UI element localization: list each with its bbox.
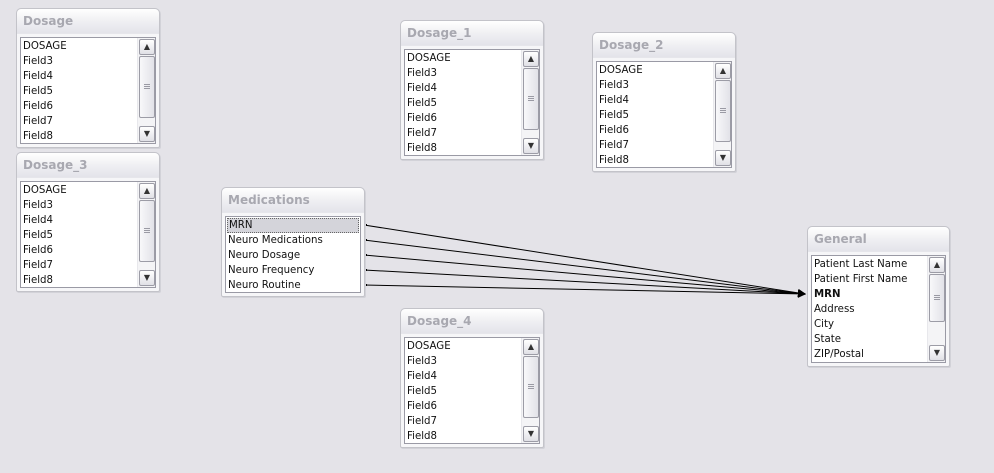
table-title[interactable]: Dosage_3 xyxy=(17,153,159,178)
field-item[interactable]: DOSAGE xyxy=(405,51,521,66)
field-item[interactable]: Field7 xyxy=(21,114,137,129)
field-item[interactable]: State xyxy=(812,332,927,347)
scroll-down-icon[interactable]: ▼ xyxy=(715,150,731,166)
field-item[interactable]: Patient First Name xyxy=(812,272,927,287)
scroll-down-icon[interactable]: ▼ xyxy=(139,270,155,286)
field-item[interactable]: Field7 xyxy=(405,414,521,429)
table-dosage-2[interactable]: Dosage_2 DOSAGE Field3 Field4 Field5 Fie… xyxy=(592,32,736,172)
relationship-line[interactable] xyxy=(363,254,806,298)
scroll-thumb[interactable] xyxy=(929,274,945,322)
scroll-down-icon[interactable]: ▼ xyxy=(139,126,155,142)
field-item[interactable]: DOSAGE xyxy=(597,63,713,78)
scroll-down-icon[interactable]: ▼ xyxy=(523,138,539,154)
field-item[interactable]: City xyxy=(812,317,927,332)
field-item[interactable]: Field8 xyxy=(597,153,713,167)
field-item[interactable]: Field3 xyxy=(597,78,713,93)
field-item[interactable]: Neuro Medications xyxy=(226,233,360,248)
field-item[interactable]: Field8 xyxy=(21,273,137,287)
field-item-selected[interactable]: MRN xyxy=(227,218,359,233)
field-list[interactable]: DOSAGE Field3 Field4 Field5 Field6 Field… xyxy=(20,37,156,144)
table-general[interactable]: General Patient Last Name Patient First … xyxy=(807,226,950,367)
field-item[interactable]: Field7 xyxy=(21,258,137,273)
field-item[interactable]: Neuro Frequency xyxy=(226,263,360,278)
field-item[interactable]: Patient Last Name xyxy=(812,257,927,272)
vertical-scrollbar[interactable]: ▲ ▼ xyxy=(713,62,731,167)
field-item[interactable]: DOSAGE xyxy=(405,339,521,354)
field-item[interactable]: Field5 xyxy=(597,108,713,123)
field-item[interactable]: Field5 xyxy=(21,228,137,243)
table-medications[interactable]: Medications MRN Neuro Medications Neuro … xyxy=(221,187,365,297)
field-item[interactable]: Neuro Dosage xyxy=(226,248,360,263)
field-list[interactable]: MRN Neuro Medications Neuro Dosage Neuro… xyxy=(225,216,361,293)
table-dosage-3[interactable]: Dosage_3 DOSAGE Field3 Field4 Field5 Fie… xyxy=(16,152,160,292)
table-title[interactable]: Medications xyxy=(222,188,364,213)
field-list[interactable]: DOSAGE Field3 Field4 Field5 Field6 Field… xyxy=(596,61,732,168)
table-dosage[interactable]: Dosage DOSAGE Field3 Field4 Field5 Field… xyxy=(16,8,160,148)
vertical-scrollbar[interactable]: ▲ ▼ xyxy=(927,256,945,362)
scroll-up-icon[interactable]: ▲ xyxy=(139,39,155,55)
field-item[interactable]: Field5 xyxy=(21,84,137,99)
field-item[interactable]: Neuro Routine xyxy=(226,278,360,292)
field-item[interactable]: Field5 xyxy=(405,96,521,111)
field-list[interactable]: DOSAGE Field3 Field4 Field5 Field6 Field… xyxy=(20,181,156,288)
field-item[interactable]: DOSAGE xyxy=(21,183,137,198)
scroll-up-icon[interactable]: ▲ xyxy=(929,257,945,273)
field-list[interactable]: Patient Last Name Patient First Name MRN… xyxy=(811,255,946,363)
table-dosage-4[interactable]: Dosage_4 DOSAGE Field3 Field4 Field5 Fie… xyxy=(400,308,544,448)
field-item[interactable]: Field8 xyxy=(405,141,521,155)
field-item[interactable]: Address xyxy=(812,302,927,317)
vertical-scrollbar[interactable]: ▲ ▼ xyxy=(521,338,539,443)
scroll-up-icon[interactable]: ▲ xyxy=(523,339,539,355)
vertical-scrollbar[interactable]: ▲ ▼ xyxy=(521,50,539,155)
field-item[interactable]: Field6 xyxy=(21,243,137,258)
field-item[interactable]: Field3 xyxy=(21,54,137,69)
field-item[interactable]: Field6 xyxy=(405,111,521,126)
field-item[interactable]: Field8 xyxy=(405,429,521,443)
field-item[interactable]: ZIP/Postal xyxy=(812,347,927,362)
vertical-scrollbar[interactable]: ▲ ▼ xyxy=(137,182,155,287)
relationship-line[interactable] xyxy=(363,224,806,297)
table-dosage-1[interactable]: Dosage_1 DOSAGE Field3 Field4 Field5 Fie… xyxy=(400,20,544,160)
field-item[interactable]: Field7 xyxy=(405,126,521,141)
table-title[interactable]: Dosage xyxy=(17,9,159,34)
scroll-up-icon[interactable]: ▲ xyxy=(715,63,731,79)
field-item[interactable]: Field6 xyxy=(597,123,713,138)
field-item[interactable]: Field4 xyxy=(21,213,137,228)
scroll-thumb[interactable] xyxy=(139,200,155,262)
field-item[interactable]: Field6 xyxy=(405,399,521,414)
field-item[interactable]: Field7 xyxy=(597,138,713,153)
field-item[interactable]: Field5 xyxy=(405,384,521,399)
field-item[interactable]: Field4 xyxy=(405,369,521,384)
scroll-up-icon[interactable]: ▲ xyxy=(139,183,155,199)
field-item[interactable]: Field3 xyxy=(21,198,137,213)
field-item[interactable]: Field8 xyxy=(21,129,137,143)
scroll-thumb[interactable] xyxy=(715,80,731,142)
field-item[interactable]: Field3 xyxy=(405,66,521,81)
table-title[interactable]: Dosage_1 xyxy=(401,21,543,46)
vertical-scrollbar[interactable]: ▲ ▼ xyxy=(137,38,155,143)
scroll-thumb[interactable] xyxy=(523,68,539,130)
field-item-primary-key[interactable]: MRN xyxy=(812,287,927,302)
table-title[interactable]: Dosage_2 xyxy=(593,33,735,58)
scroll-thumb[interactable] xyxy=(523,356,539,418)
field-list[interactable]: DOSAGE Field3 Field4 Field5 Field6 Field… xyxy=(404,337,540,444)
field-list[interactable]: DOSAGE Field3 Field4 Field5 Field6 Field… xyxy=(404,49,540,156)
field-item[interactable]: Field6 xyxy=(21,99,137,114)
scroll-down-icon[interactable]: ▼ xyxy=(929,345,945,361)
field-item[interactable]: Field4 xyxy=(597,93,713,108)
scroll-up-icon[interactable]: ▲ xyxy=(523,51,539,67)
scroll-thumb[interactable] xyxy=(139,56,155,118)
relationship-line[interactable] xyxy=(363,269,806,298)
field-item[interactable]: Field3 xyxy=(405,354,521,369)
field-item[interactable]: DOSAGE xyxy=(21,39,137,54)
table-title[interactable]: Dosage_4 xyxy=(401,309,543,334)
field-item[interactable]: Field4 xyxy=(405,81,521,96)
table-title[interactable]: General xyxy=(808,227,949,252)
field-item[interactable]: Field4 xyxy=(21,69,137,84)
scroll-down-icon[interactable]: ▼ xyxy=(523,426,539,442)
